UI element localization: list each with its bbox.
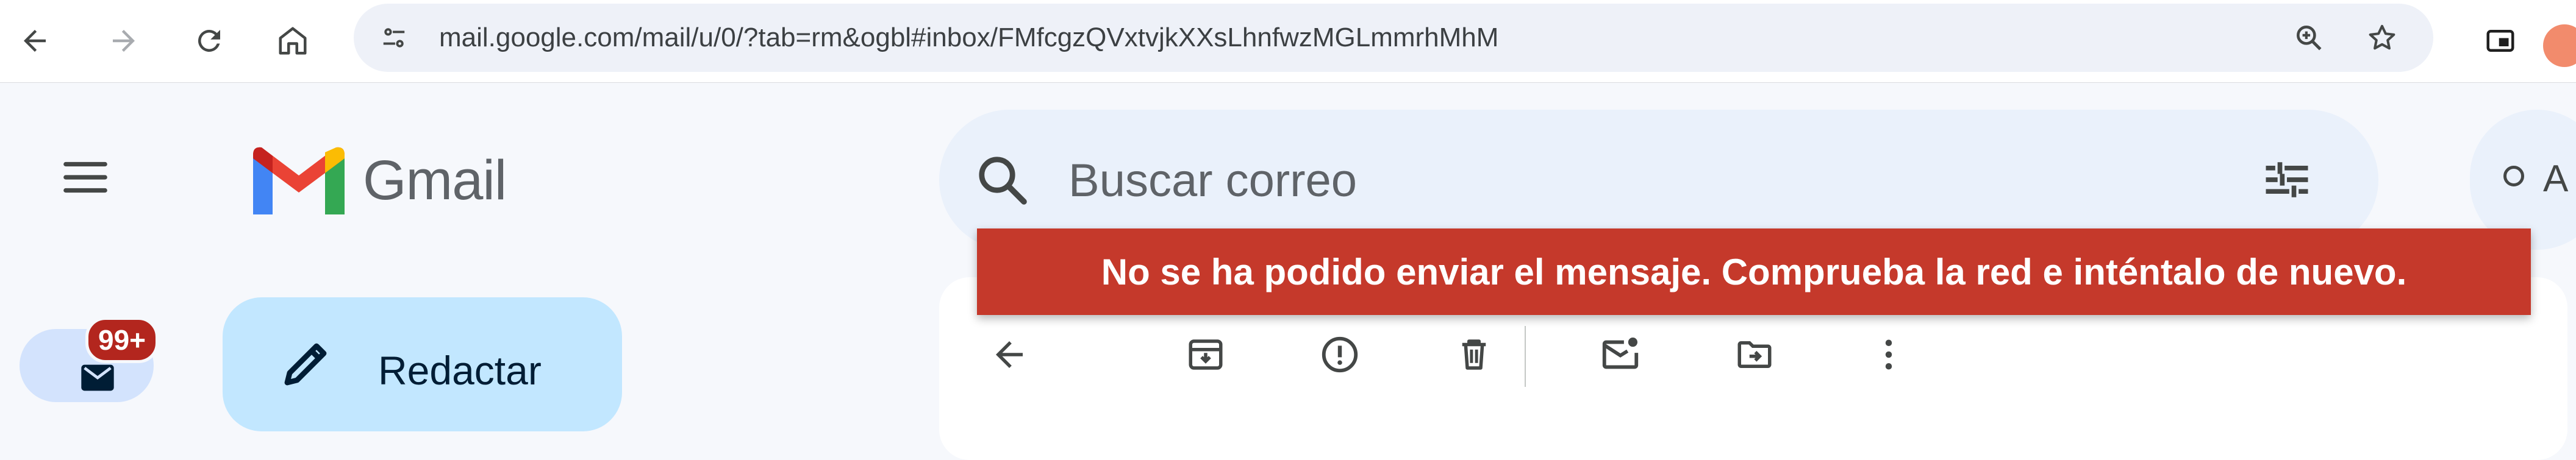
back-icon (24, 30, 46, 52)
report-spam-button[interactable] (1306, 321, 1373, 388)
mark-unread-icon (1602, 338, 1639, 369)
move-to-icon (1737, 341, 1772, 368)
archive-icon (1189, 339, 1223, 370)
star-icon (2369, 24, 2395, 50)
url-text[interactable]: mail.google.com/mail/u/0/?tab=rm&ogbl#in… (439, 4, 1498, 72)
home-button[interactable] (265, 13, 320, 68)
more-options-icon (1885, 339, 1892, 370)
back-arrow-icon (996, 341, 1023, 368)
reload-icon (198, 29, 220, 52)
profile-avatar[interactable] (2543, 24, 2576, 67)
search-options-button[interactable] (2250, 143, 2324, 216)
toast-message: No se ha podido enviar el mensaje. Compr… (1101, 251, 2407, 292)
move-to-button[interactable] (1721, 321, 1788, 388)
compose-label: Redactar (378, 348, 542, 393)
report-spam-icon (1322, 336, 1358, 373)
search-icon (979, 157, 1027, 205)
gmail-logo[interactable]: Gmail (253, 144, 507, 217)
picture-in-picture-button[interactable] (2473, 13, 2528, 68)
app-name: Gmail (363, 149, 507, 211)
reload-button[interactable] (182, 13, 237, 68)
status-circle-icon (2503, 166, 2524, 186)
pencil-icon (284, 343, 327, 386)
gmail-m-icon (253, 147, 345, 214)
bookmark-star-button[interactable] (2360, 16, 2404, 60)
site-info-button[interactable] (372, 16, 416, 60)
back-button[interactable] (7, 13, 62, 68)
compose-button[interactable]: Redactar (223, 297, 622, 431)
browser-toolbar: mail.google.com/mail/u/0/?tab=rm&ogbl#in… (0, 0, 2576, 83)
picture-in-picture-icon (2486, 30, 2514, 52)
delete-button[interactable] (1440, 321, 1508, 388)
mail-icon (81, 364, 114, 391)
back-to-inbox-button[interactable] (976, 321, 1043, 388)
status-label: A (2543, 158, 2569, 200)
forward-icon (113, 30, 135, 52)
delete-icon (1462, 339, 1486, 370)
unread-count-badge: 99+ (85, 317, 159, 363)
forward-button[interactable] (96, 13, 151, 68)
mark-as-unread-button[interactable] (1587, 321, 1654, 388)
zoom-icon (2297, 26, 2322, 51)
archive-button[interactable] (1172, 321, 1239, 388)
hamburger-menu-icon (63, 161, 107, 193)
search-input[interactable] (1067, 143, 2106, 218)
address-bar[interactable]: mail.google.com/mail/u/0/?tab=rm&ogbl#in… (354, 4, 2433, 72)
main-menu-button[interactable] (52, 144, 119, 211)
send-error-toast: No se ha podido enviar el mensaje. Compr… (977, 228, 2531, 315)
toolbar-divider (1525, 326, 1526, 387)
tune-icon (2266, 162, 2308, 197)
home-icon (279, 27, 307, 55)
more-options-button[interactable] (1855, 321, 1922, 388)
zoom-button[interactable] (2287, 16, 2331, 60)
site-info-icon (383, 28, 405, 48)
